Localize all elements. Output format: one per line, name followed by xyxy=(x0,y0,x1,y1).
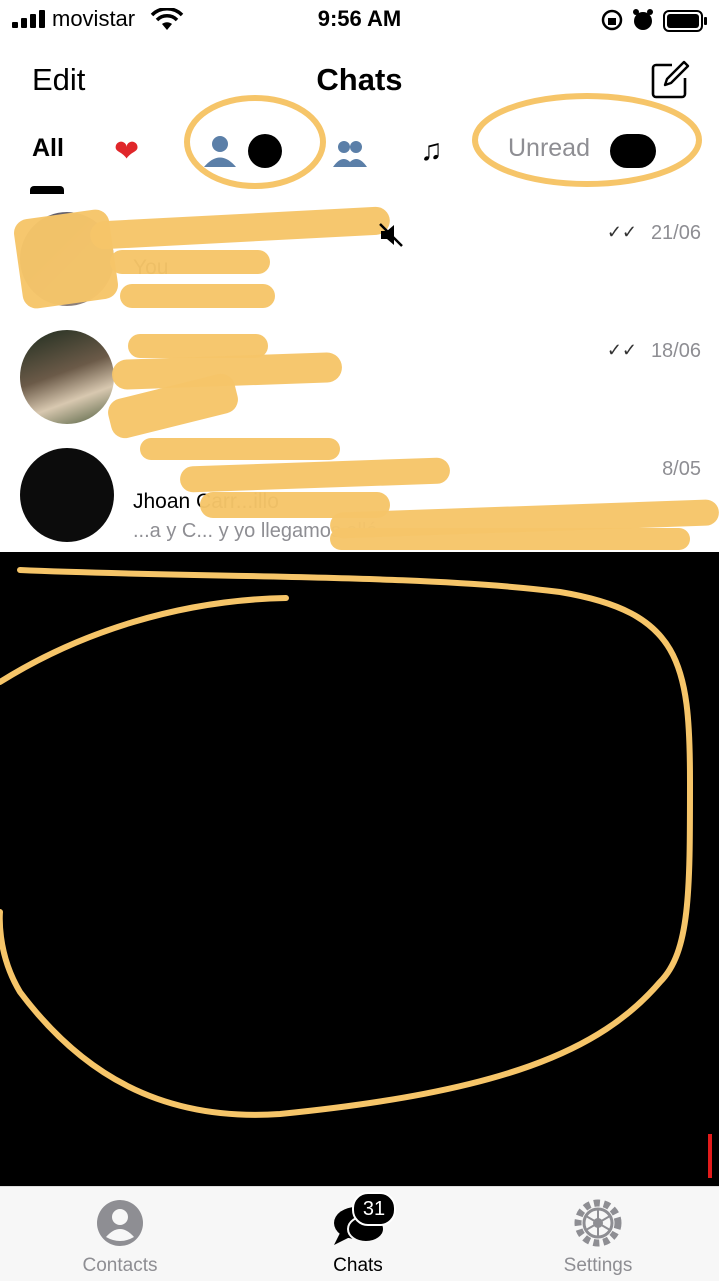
avatar xyxy=(20,448,114,542)
chat-row[interactable]: ✓✓ 18/06 xyxy=(0,318,719,442)
status-icons xyxy=(601,9,707,32)
muted-icon xyxy=(379,223,403,247)
redaction-scribble xyxy=(179,457,451,493)
tab-chats-label: Chats xyxy=(333,1255,383,1276)
annotation-loop xyxy=(0,567,712,1178)
redaction-scribble xyxy=(140,438,340,460)
read-ticks-icon: ✓✓ xyxy=(606,222,637,242)
person-circle-icon xyxy=(97,1200,143,1246)
read-ticks-icon: ✓✓ xyxy=(606,340,637,360)
chat-date: 8/05 xyxy=(662,458,701,480)
battery-icon xyxy=(663,10,707,32)
chat-date: 18/06 xyxy=(650,340,701,362)
tab-contacts-label: Contacts xyxy=(82,1255,158,1276)
redaction-scribble xyxy=(110,250,270,274)
tab-settings-label: Settings xyxy=(563,1255,633,1276)
redaction-scribble xyxy=(330,528,690,550)
redaction-scribble xyxy=(120,284,275,308)
chat-date: 21/06 xyxy=(650,222,701,244)
status-bar: movistar 9:56 AM xyxy=(0,0,719,40)
rotation-lock-icon xyxy=(601,9,623,31)
redaction-scribble xyxy=(89,206,391,250)
annotation-circles xyxy=(184,93,702,189)
avatar xyxy=(20,330,114,424)
alarm-icon xyxy=(633,9,653,30)
gear-icon xyxy=(574,1199,622,1247)
chats-unread-badge: 31 xyxy=(352,1192,396,1226)
chat-row[interactable]: You ✓✓ 21/06 xyxy=(0,200,719,317)
chat-row[interactable]: Jhoan Carr...illo ...a y C... y yo llega… xyxy=(0,436,719,553)
